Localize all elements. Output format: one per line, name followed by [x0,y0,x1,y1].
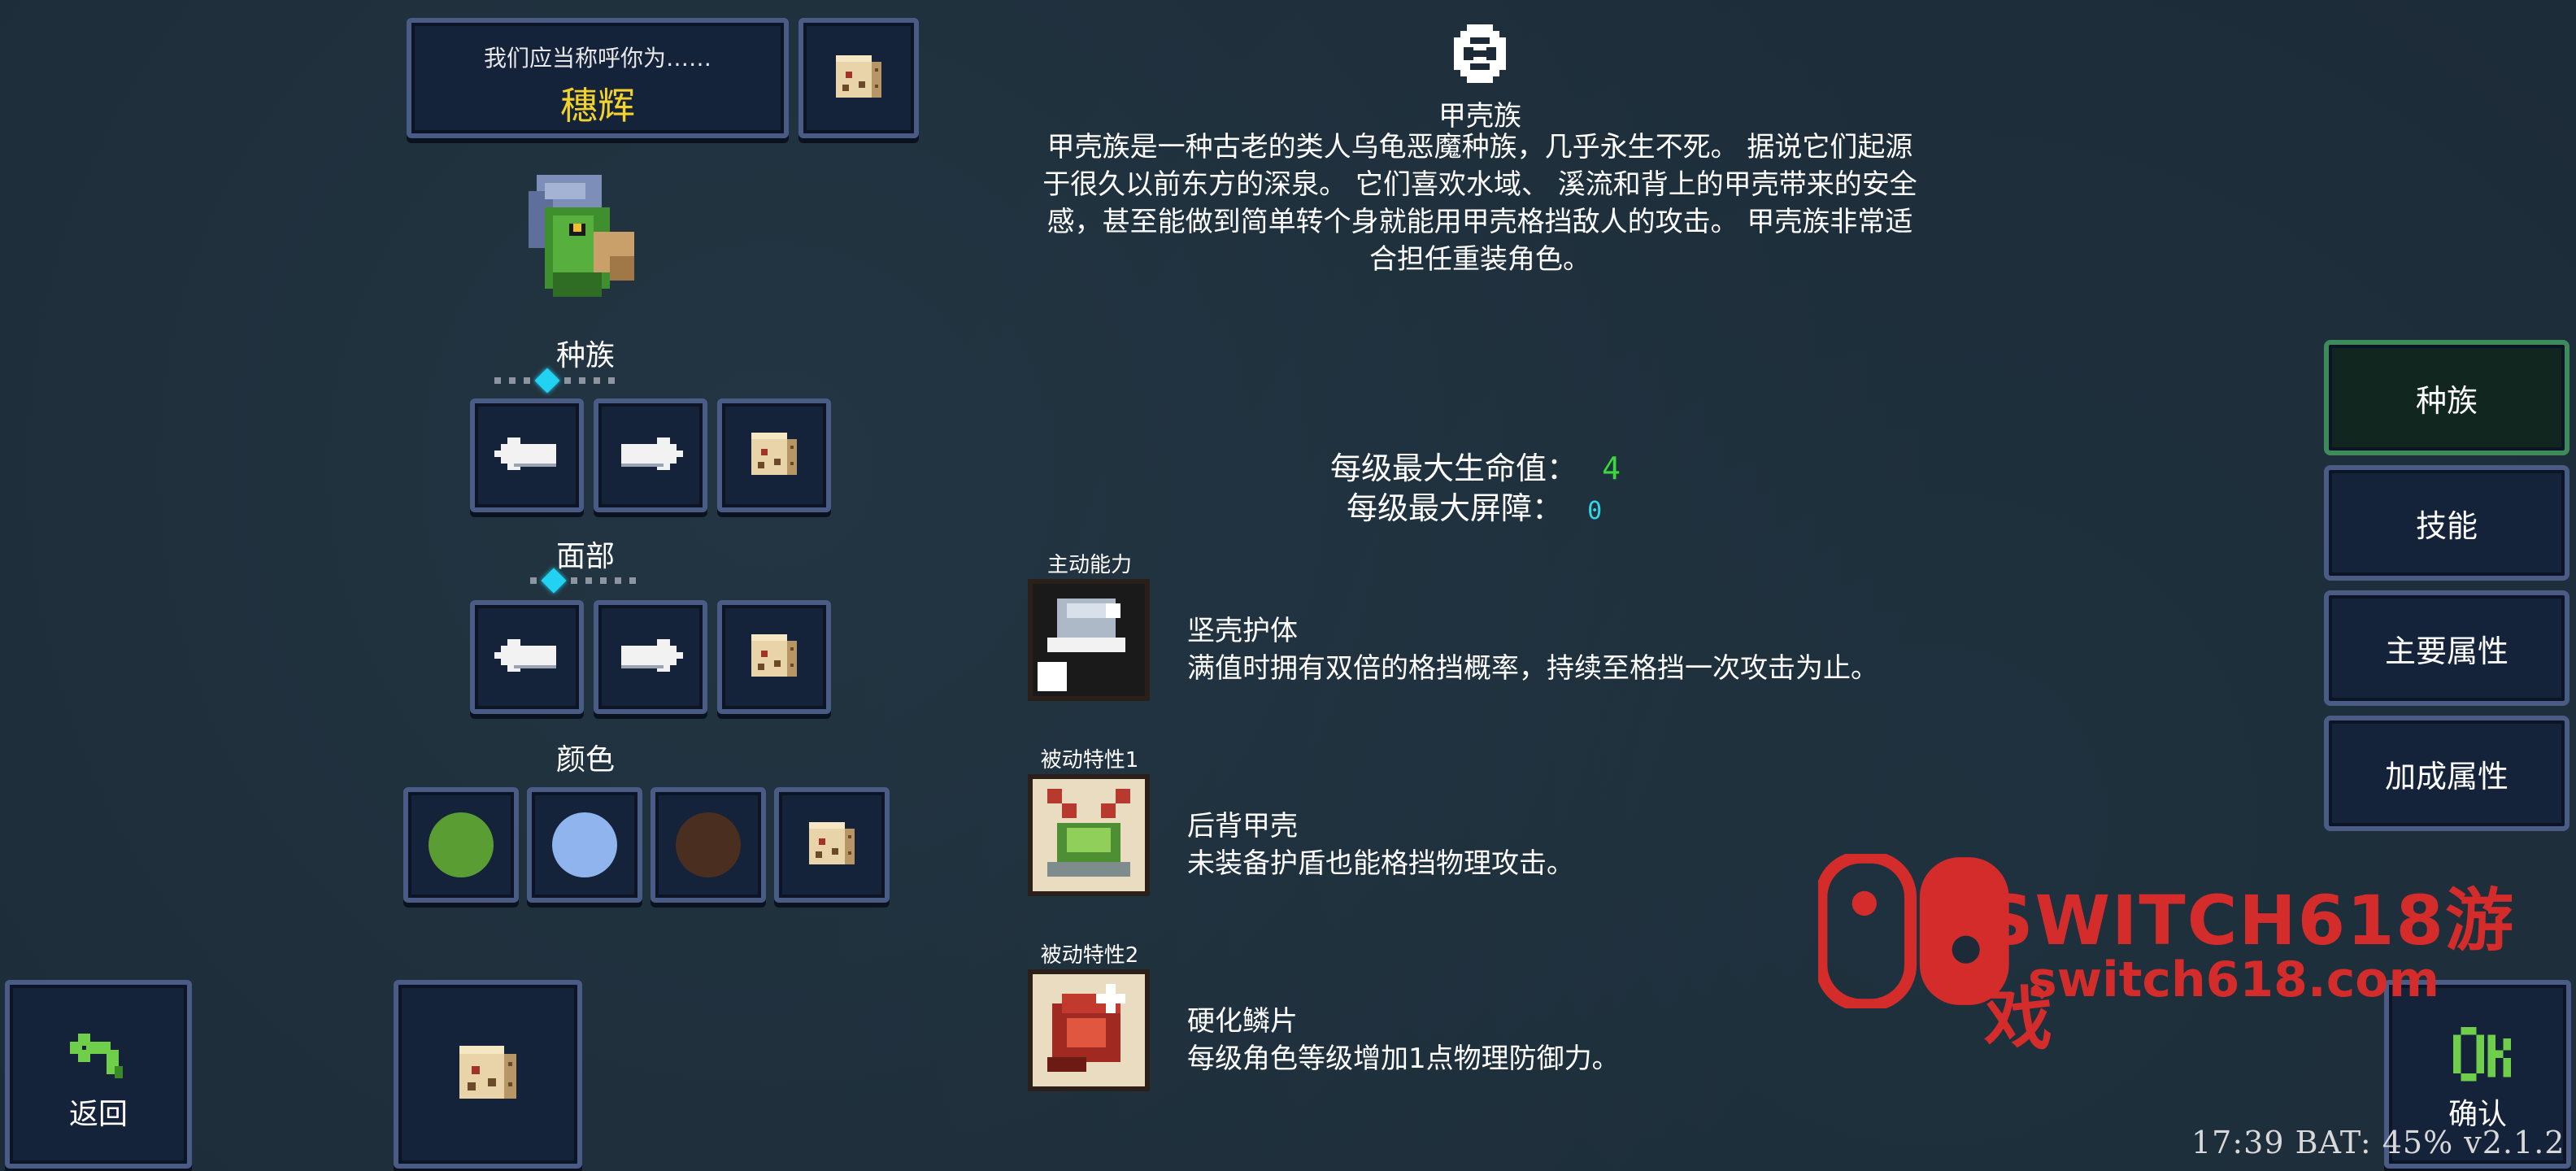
ability-name: 坚壳护体 [1187,615,1298,647]
hp-per-level-label: 每级最大生命值： [1330,451,1578,486]
back-label: 返回 [68,1098,128,1131]
tab-bonus-attributes[interactable]: 加成属性 [2324,716,2569,831]
name-prompt-label: 我们应当称呼你为…… [483,45,711,72]
character-name[interactable]: 穗辉 [411,76,784,130]
ability-name: 后背甲壳 [1187,810,1298,842]
ability-description: 满值时拥有双倍的格挡概率，持续至格挡一次攻击为止。 [1187,652,1878,685]
hardened-scale-icon[interactable] [1028,969,1150,1091]
ability-name: 硬化鳞片 [1187,1005,1298,1038]
hp-per-level-row: 每级最大生命值： 4 [1330,443,1621,488]
tab-primary-attributes-label: 主要属性 [2384,633,2509,669]
face-prev-button[interactable] [470,600,584,714]
slider-dot [585,577,592,584]
tab-primary-attributes[interactable]: 主要属性 [2324,590,2569,706]
slider-dot [594,377,600,384]
randomize-all-button[interactable] [394,980,582,1169]
barrier-per-level-value: 0 [1587,497,1603,525]
tab-race-label: 种族 [2415,382,2478,419]
dice-icon [748,429,800,481]
name-panel[interactable]: 我们应当称呼你为…… 穗辉 [407,18,789,138]
race-label: 种族 [555,339,615,372]
back-button[interactable]: 返回 [5,980,192,1169]
slider-dot [530,577,537,584]
face-slider[interactable] [530,568,636,594]
status-bar: 17:39 BAT: 45% v2.1.2 [2191,1125,2565,1160]
dice-icon [748,631,800,683]
race-slider[interactable] [494,368,615,394]
race-description-line: 于很久以前东方的深泉。 它们喜欢水域、 溪流和背上的甲壳带来的安全 [1042,168,1917,201]
slider-dot [564,377,571,384]
color-swatch [429,812,494,877]
dice-icon [833,52,885,104]
shell-guard-icon[interactable] [1028,579,1150,701]
arrow-left-icon [494,631,559,683]
back-arrow-icon [70,1025,127,1082]
slider-dot [579,377,585,384]
tab-skills[interactable]: 技能 [2324,465,2569,581]
race-random-button[interactable] [717,398,831,512]
color-option-1[interactable] [403,787,519,903]
face-label: 面部 [555,540,615,573]
race-next-button[interactable] [594,398,707,512]
color-random-button[interactable] [774,787,890,903]
race-description-line: 感，甚至能做到简单转个身就能用甲壳格挡敌人的攻击。 甲壳族非常适 [1046,206,1913,238]
ability-description: 每级角色等级增加1点物理防御力。 [1187,1043,1620,1075]
race-title: 甲壳族 [1438,100,1521,133]
slider-dot [615,577,621,584]
dice-icon [455,1042,520,1107]
character-portrait [520,167,651,305]
dice-icon [806,819,858,871]
race-description-line: 甲壳族是一种古老的类人乌龟恶魔种族，几乎永生不死。 据说它们起源 [1046,131,1913,163]
race-description-line: 合担任重装角色。 [1369,243,1590,276]
slider-dot [509,377,516,384]
slider-dot [600,577,607,584]
slider-dot [524,377,530,384]
race-description: 甲壳族是一种古老的类人乌龟恶魔种族，几乎永生不死。 据说它们起源 于很久以前东方… [976,128,1984,278]
arrow-left-icon [494,429,559,481]
color-label: 颜色 [555,743,615,777]
tab-bonus-attributes-label: 加成属性 [2384,758,2509,794]
ability-description: 未装备护盾也能格挡物理攻击。 [1187,847,1574,880]
slider-dot [571,577,577,584]
color-swatch [552,812,617,877]
slider-dot [494,377,501,384]
arrow-right-icon [618,631,683,683]
arrow-right-icon [618,429,683,481]
back-shell-icon[interactable] [1028,774,1150,896]
slider-dot [608,377,615,384]
tab-skills-label: 技能 [2415,507,2478,544]
slider-dot [629,577,636,584]
barrier-per-level-label: 每级最大屏障： [1347,490,1564,526]
hp-per-level-value: 4 [1602,451,1621,486]
tab-race[interactable]: 种族 [2324,340,2569,455]
watermark-line-2: switch618.com [2028,951,2440,1008]
ability-tag-passive-2: 被动特性2 [1040,943,1139,968]
color-option-3[interactable] [651,787,766,903]
shell-icon [1454,24,1506,83]
face-next-button[interactable] [594,600,707,714]
ability-tag-passive-1: 被动特性1 [1040,748,1139,773]
randomize-name-button[interactable] [798,18,919,138]
color-swatch [676,812,741,877]
ability-tag-active: 主动能力 [1046,553,1132,577]
face-random-button[interactable] [717,600,831,714]
race-prev-button[interactable] [470,398,584,512]
color-option-2[interactable] [527,787,642,903]
barrier-per-level-row: 每级最大屏障： 0 [1347,483,1602,528]
